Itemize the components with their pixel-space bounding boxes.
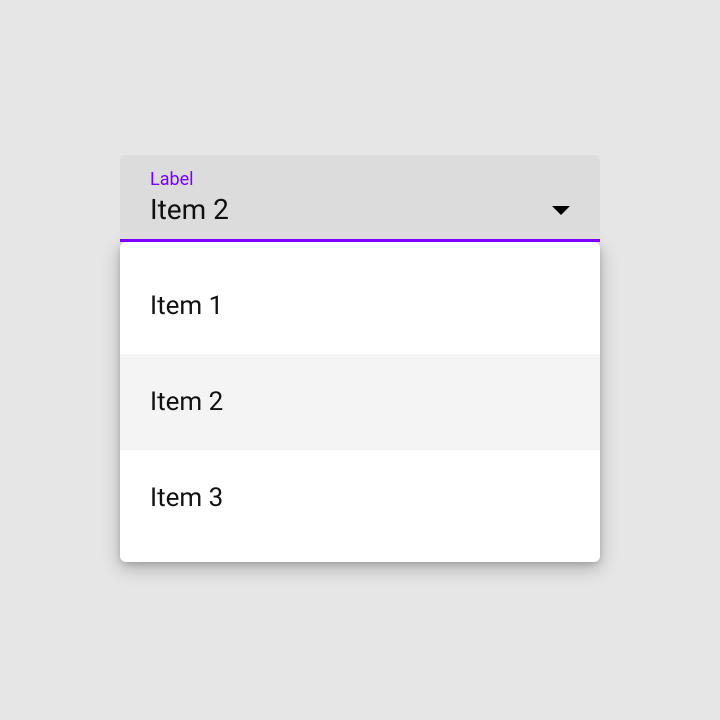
select-label: Label: [150, 169, 576, 191]
select-container: Label Item 2 Item 1 Item 2 Item 3: [120, 155, 600, 562]
dropdown-option-label: Item 3: [150, 483, 223, 513]
dropdown-option-label: Item 1: [150, 291, 223, 321]
select-value-row: Item 2: [150, 193, 576, 227]
dropdown-option-item-2[interactable]: Item 2: [120, 354, 600, 450]
dropdown-panel: Item 1 Item 2 Item 3: [120, 242, 600, 562]
dropdown-option-item-1[interactable]: Item 1: [120, 258, 600, 354]
select-value: Item 2: [150, 193, 229, 227]
chevron-down-icon: [552, 206, 570, 215]
dropdown-option-item-3[interactable]: Item 3: [120, 450, 600, 546]
select-field[interactable]: Label Item 2: [120, 155, 600, 242]
dropdown-option-label: Item 2: [150, 387, 223, 417]
